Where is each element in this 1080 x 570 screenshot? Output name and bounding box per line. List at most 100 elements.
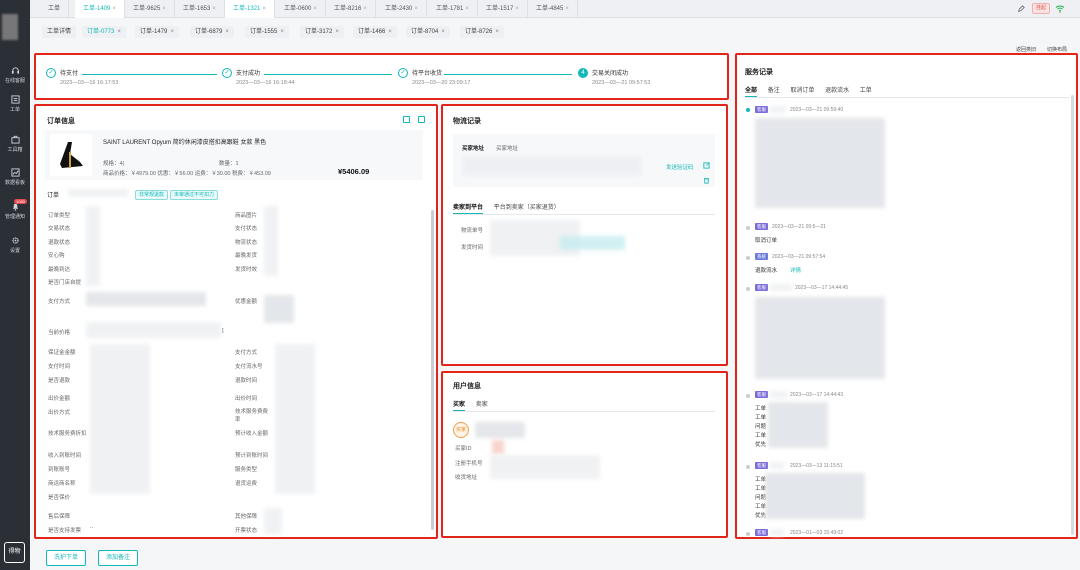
brand-logo[interactable]: 得物 [4,542,25,563]
redacted-values [264,508,282,534]
sidebar-item-label: 设置 [9,248,20,254]
back-link[interactable]: 返回类旧 [1016,46,1036,53]
product-image[interactable] [50,134,92,176]
redacted-values [492,440,504,454]
trash-icon[interactable] [703,177,710,184]
sidebar-item-toolbox[interactable]: 工具箱 [0,135,30,153]
service-scrollbar[interactable] [1071,95,1074,535]
top-tab[interactable]: 工单-8216 × [326,0,376,18]
status-badge[interactable]: 挂起 [1032,3,1051,14]
close-icon[interactable]: × [335,29,339,35]
redacted-values [560,236,625,250]
sidebar-item-label: 管理通知 [4,214,25,220]
wash-care-order-button[interactable]: 洗护下单 [46,550,87,566]
step-connector [82,74,217,75]
switch-layout-link[interactable]: 切换布局 [1047,46,1067,53]
top-tab[interactable]: 工单-4845 × [528,0,578,18]
external-link-icon[interactable] [703,162,710,169]
top-tab[interactable]: 工单-1517 × [478,0,528,18]
record-detail-link[interactable]: 详情 [790,266,801,274]
order-no-label: 订单 [47,193,60,199]
step-connector [444,74,572,75]
tab-note[interactable]: 备注 [768,88,780,94]
top-tab[interactable]: 工单-0600 × [276,0,326,18]
notice-count-badge: 1080 [14,199,27,204]
top-tab[interactable]: 工单-1409 × [75,0,125,18]
sub-tab[interactable]: 订单-1555 × [245,26,289,38]
ticket-icon [10,95,20,104]
check-icon: ✓ [222,68,232,78]
order-info-title: 订单信息 [47,118,75,125]
tab-cancel-order[interactable]: 取消订单 [790,88,814,94]
field-label: 出价金额 [48,396,71,402]
close-icon[interactable]: × [388,29,392,35]
sub-tab[interactable]: 工单详情 [42,26,77,38]
redacted-values [86,206,100,286]
top-tab-bar: 工单 工单-1409 × 工单-9625 × 工单-1653 × 工单-1321 × 工… [30,0,1080,18]
add-note-button[interactable]: 添加备注 [98,550,139,566]
field-label: 当前价格 [48,330,71,336]
user-tabs: 买家 卖家 [453,399,497,411]
order-scrollbar[interactable] [431,210,434,530]
tab-ticket[interactable]: 工单 [860,88,872,94]
sidebar-item-dashboard[interactable]: 数据看板 [0,168,30,186]
top-tab[interactable]: 工单-1653 × [175,0,225,18]
sub-tab[interactable]: 订单-8726 × [460,26,504,38]
app-logo [2,14,18,40]
sidebar-item-ticket[interactable]: 工单 [0,95,30,113]
expand-icon[interactable] [418,116,425,123]
tab-all[interactable]: 全部 [745,88,758,97]
edit-icon[interactable] [1017,5,1025,13]
divider [453,214,715,215]
close-icon[interactable]: × [262,6,266,12]
close-icon[interactable]: × [162,6,166,12]
sub-tab[interactable]: 订单-6879 × [190,26,234,38]
record-time: 2023—03—17 14:44:45 [795,285,849,291]
top-tab[interactable]: 工单-1781 × [428,0,478,18]
top-tab[interactable]: 工单-1321 × [225,0,275,18]
sidebar-item-online-service[interactable]: 在线客服 [0,66,30,84]
close-icon[interactable]: × [465,6,469,12]
sub-tab[interactable]: 订单-1466 × [353,26,397,38]
send-code-link[interactable]: 发送验证码 [666,163,694,171]
tab-seller-to-platform[interactable]: 卖家到平台 [453,205,484,214]
close-icon[interactable]: × [280,29,284,35]
field-label: 开票状态 [235,528,258,534]
tab-buyer[interactable]: 买家 [453,402,466,411]
tab-seller[interactable]: 卖家 [476,402,488,408]
close-icon[interactable]: × [515,6,519,12]
top-tab[interactable]: 工单 [40,0,70,18]
field-label: 收入到账时间 [48,453,82,459]
field-label: 支付方式 [235,350,258,356]
close-icon[interactable]: × [441,29,445,35]
top-tab[interactable]: 工单-9625 × [125,0,175,18]
sidebar-item-notice[interactable]: 1080 管理通知 [0,199,30,220]
close-icon[interactable]: × [112,6,116,12]
tab-platform-to-seller[interactable]: 平台到卖家（买家退货） [494,205,560,211]
close-icon[interactable]: × [170,29,174,35]
redacted-values [490,455,600,479]
sub-tab[interactable]: 订单-0773 × [82,26,126,38]
close-icon[interactable]: × [117,29,121,35]
sub-tab[interactable]: 订单-3172 × [300,26,344,38]
close-icon[interactable]: × [495,29,499,35]
field-label: 预计到账时间 [235,453,269,459]
sub-tab[interactable]: 订单-1479 × [135,26,179,38]
close-icon[interactable]: × [313,6,317,12]
field-label: 退款状态 [48,240,71,246]
close-icon[interactable]: × [225,29,229,35]
close-icon[interactable]: × [565,6,569,12]
timeline-dot [746,226,750,230]
step-time: 2023—03—21 09:57:53 [592,80,651,86]
close-icon[interactable]: × [212,6,216,12]
tab-refund-flow[interactable]: 退款流水 [825,88,849,94]
redacted-agent [770,284,792,291]
field-label: 物流状态 [235,240,258,246]
sidebar-item-settings[interactable]: 设置 [0,236,30,254]
copy-icon[interactable] [403,116,410,123]
sub-tab[interactable]: 订单-8704 × [406,26,450,38]
close-icon[interactable]: × [414,6,418,12]
top-tab[interactable]: 工单-2430 × [377,0,427,18]
close-icon[interactable]: × [363,6,367,12]
timeline-dot [746,465,750,469]
